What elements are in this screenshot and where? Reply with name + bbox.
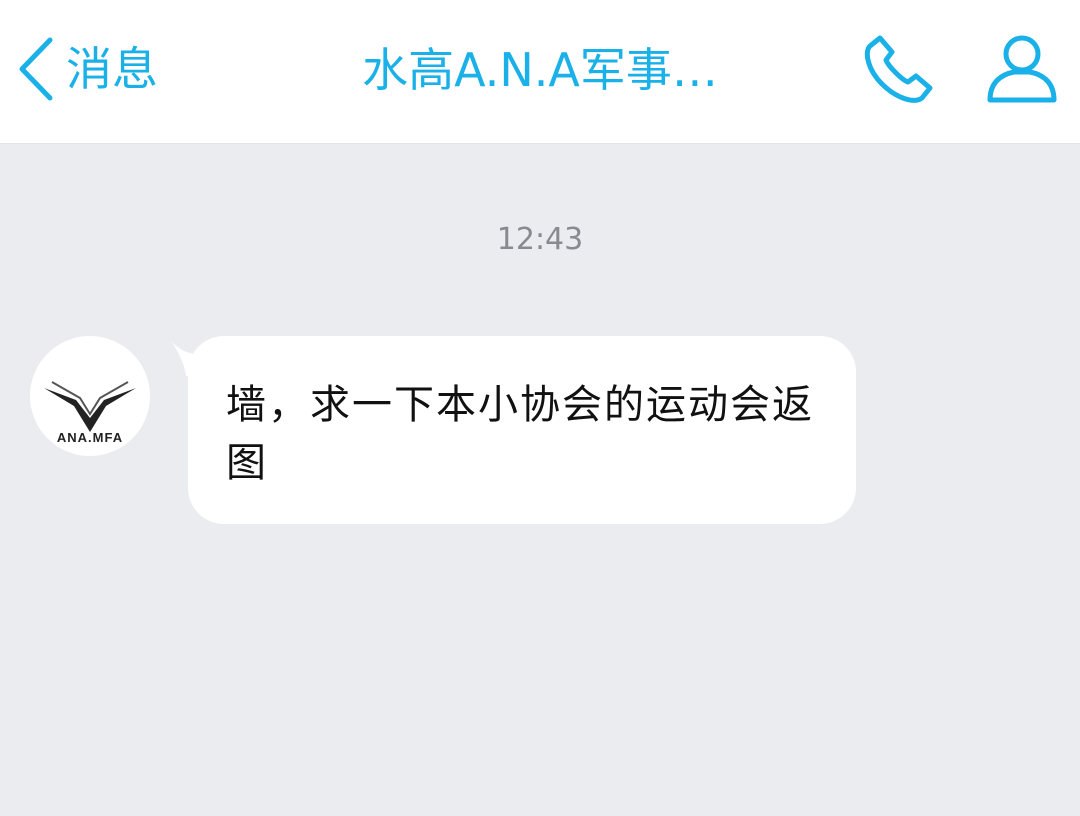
profile-icon (987, 35, 1057, 103)
back-label: 消息 (66, 42, 158, 96)
message-timestamp: 12:43 (496, 222, 584, 257)
profile-button[interactable] (982, 30, 1062, 110)
ana-mfa-logo-icon: ANA.MFA (44, 381, 136, 445)
message-text: 墙，求一下本小协会的运动会返图 (226, 382, 814, 486)
top-navigation-bar: 消息 水高A.N.A军事… (0, 0, 1080, 144)
chat-title[interactable]: 水高A.N.A军事… (300, 38, 780, 102)
chevron-left-icon (19, 37, 53, 101)
svg-text:ANA.MFA: ANA.MFA (57, 430, 123, 445)
call-button[interactable] (858, 30, 938, 110)
phone-icon (864, 35, 933, 103)
back-button[interactable]: 消息 (14, 34, 158, 104)
sender-avatar[interactable]: ANA.MFA (30, 336, 150, 456)
message-bubble[interactable]: 墙，求一下本小协会的运动会返图 (188, 336, 856, 524)
